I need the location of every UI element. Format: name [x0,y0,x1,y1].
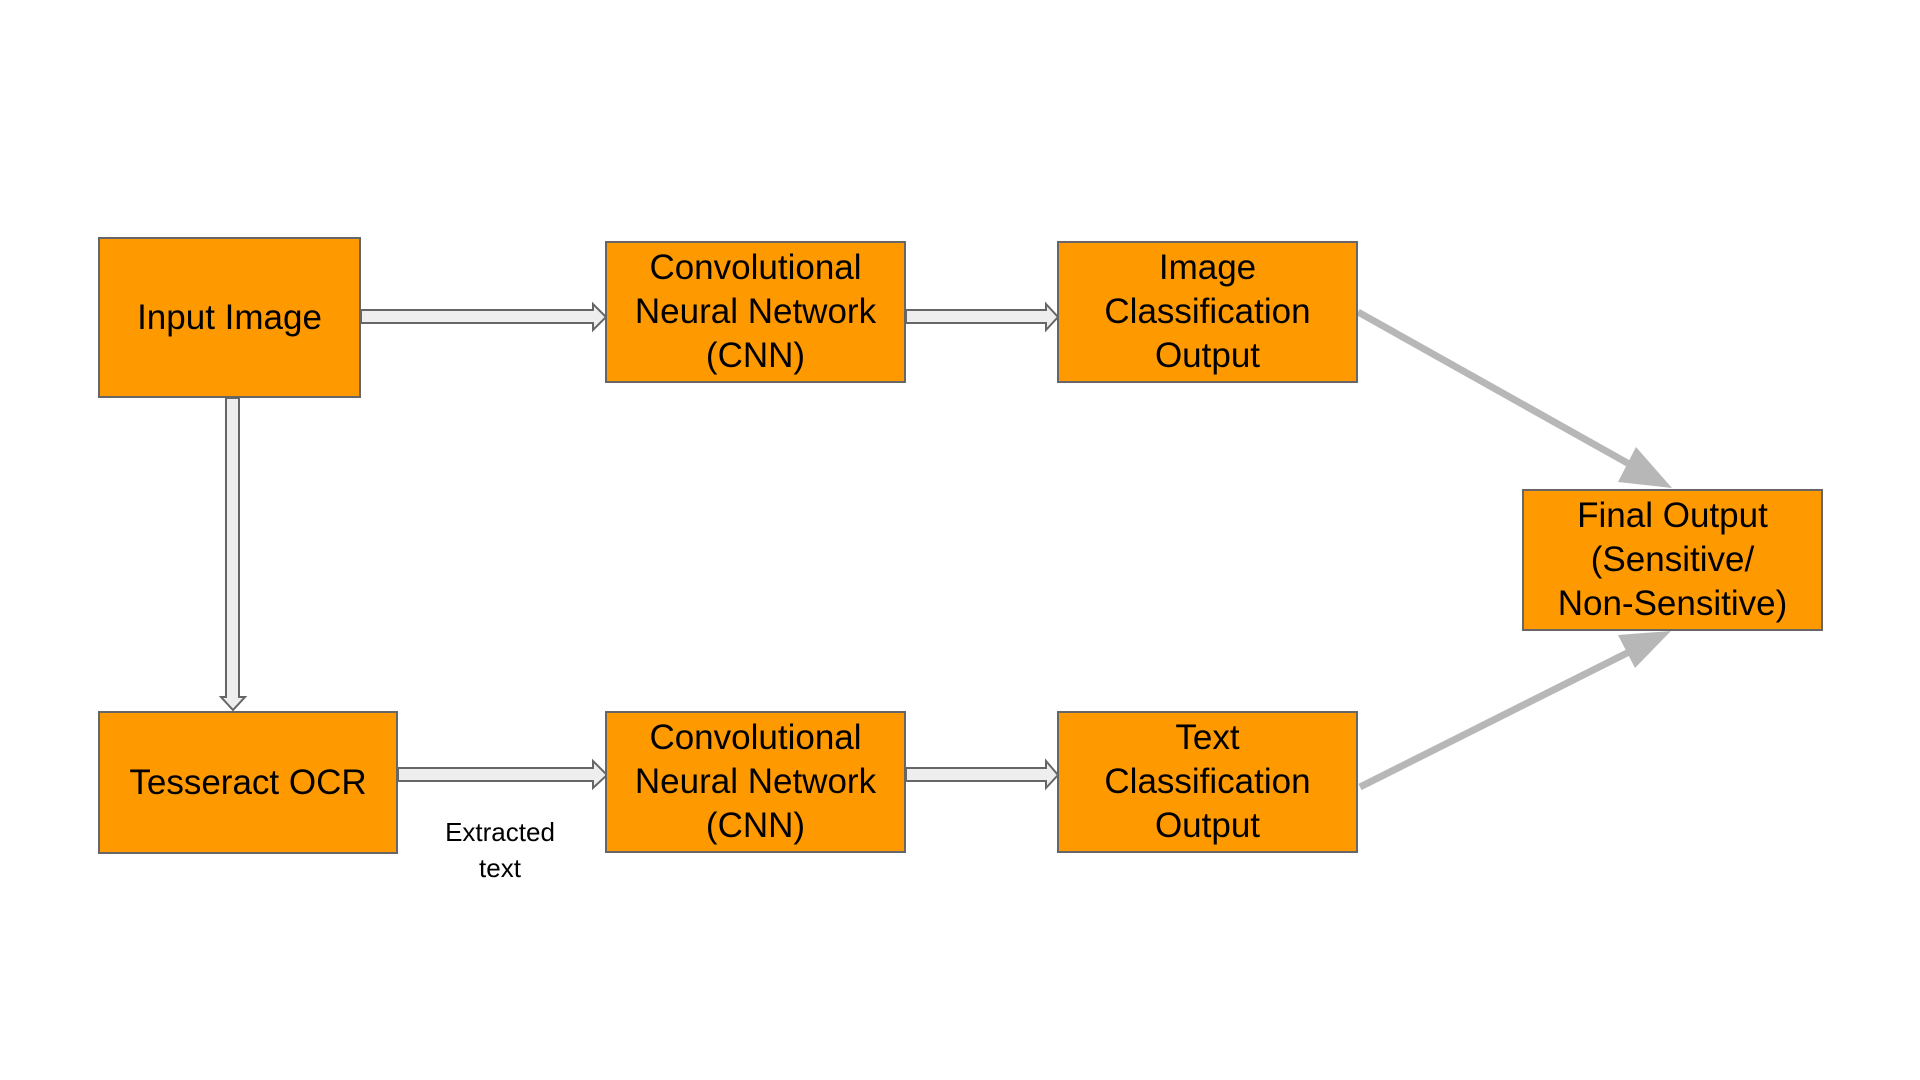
arrow-cnn-text-to-text-classification [905,758,1060,791]
node-label: Convolutional Neural Network (CNN) [634,718,877,845]
node-cnn-text: Convolutional Neural Network (CNN) [605,711,906,853]
node-label: Convolutional Neural Network (CNN) [634,248,877,375]
node-final-output: Final Output (Sensitive/ Non-Sensitive) [1522,489,1823,631]
node-label: Input Image [137,297,322,337]
arrow-cnn-image-to-image-classification [905,301,1060,333]
edge-label-extracted-text: Extracted text [445,817,555,883]
node-label: Text Classification Output [1104,718,1311,845]
arrow-text-classification-to-final-head [1618,631,1671,668]
arrow-image-classification-to-final-head [1618,447,1672,488]
node-text-classification-output: Text Classification Output [1057,711,1358,853]
node-tesseract-ocr: Tesseract OCR [98,711,398,854]
node-image-classification-output: Image Classification Output [1057,241,1358,383]
pipeline-diagram: Input Image Convolutional Neural Network… [0,0,1920,1080]
node-label: Final Output (Sensitive/ Non-Sensitive) [1557,496,1788,623]
arrow-text-classification-to-final-shaft [1358,640,1647,791]
arrow-input-to-tesseract [218,397,248,712]
node-label: Image Classification Output [1104,248,1311,375]
node-label: Tesseract OCR [129,762,367,802]
node-cnn-image: Convolutional Neural Network (CNN) [605,241,906,383]
arrow-image-classification-to-final-shaft [1356,308,1649,478]
arrow-tesseract-to-cnn-text [397,758,609,791]
node-input-image: Input Image [98,237,361,398]
arrow-input-to-cnn-image [360,301,608,333]
